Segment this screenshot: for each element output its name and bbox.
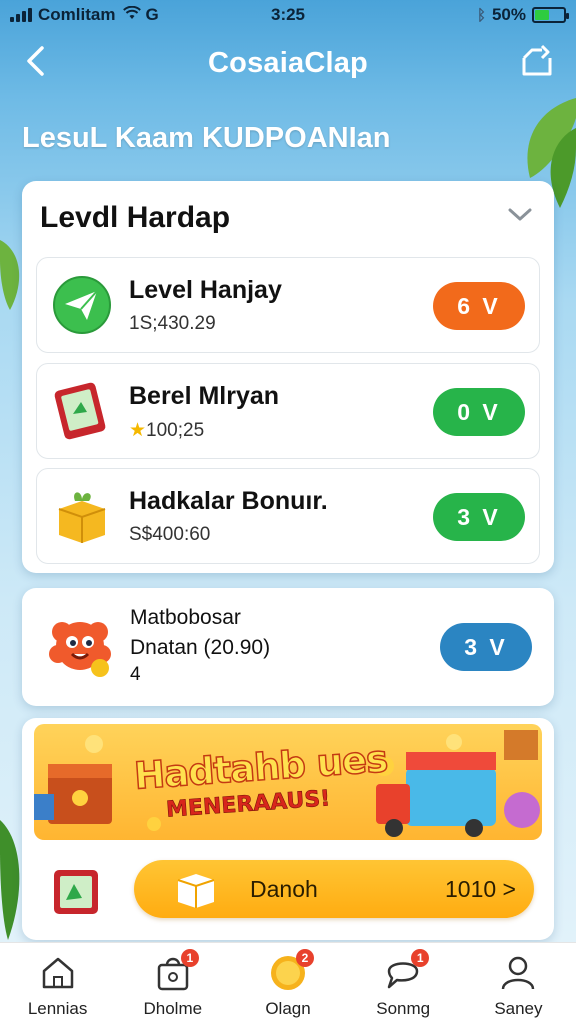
nav-item-coin[interactable]: 2 Olagn [230,943,345,1024]
chevron-left-icon [27,46,44,76]
claim-value: 1010 > [445,876,516,902]
claim-label: Danoh [250,876,318,902]
nav-item-home[interactable]: Lennias [0,943,115,1024]
nav-label: Lennias [27,999,88,1018]
list-item[interactable]: Level Hanjay 1S;430.29 6 V [36,257,540,353]
star-icon: ★ [129,420,147,441]
card-title: Levdl Hardap [40,201,231,234]
list-item[interactable]: Hadkalar Bonuır. S$400:60 3 V [36,468,540,564]
chat-icon: 1 [383,949,430,993]
nav-label: Olagn [265,999,311,1018]
header: CosaiaClap [0,30,576,96]
notification-badge: 1 [411,949,430,967]
level-card: Levdl Hardap Level Hanjay 1S;430.29 6 V … [22,181,554,573]
nav-item-bag[interactable]: 1 Dholme [115,943,230,1024]
mascot-subtitle: Dnatan (20.90) [130,636,271,659]
user-icon [502,956,535,990]
mascot-count: 4 [130,664,141,685]
wifi-icon [123,5,142,24]
home-icon [42,957,73,989]
chevron-down-icon[interactable] [506,205,534,225]
bottom-nav: Lennias 1 Dholme 2 Olagn 1 Sonmg Saney [0,942,576,1024]
nav-label: Sonmg [376,999,431,1018]
item-action-button[interactable]: 6 V [433,282,525,330]
paper-plane-icon [53,276,111,334]
section-heading: LesuL Kaam KUDPOANIan [22,122,391,154]
item-action-button[interactable]: 0 V [433,388,525,436]
bluetooth-icon: ᛒ [476,6,486,24]
item-subtitle: ★100;25 [129,420,205,441]
battery-percent: 50% [491,5,526,24]
item-title: Hadkalar Bonuır. [129,487,328,515]
notification-badge: 2 [296,949,314,967]
nav-item-chat[interactable]: 1 Sonmg [346,943,461,1024]
mascot-action-button[interactable]: 3 V [440,623,532,671]
page-title: CosaiaClap [208,46,368,79]
item-subtitle: S$400:60 [129,524,211,545]
item-action-button[interactable]: 3 V [433,493,525,541]
bag-icon: 1 [153,949,199,993]
network-type: G [145,5,159,24]
item-title: Level Hanjay [129,276,282,304]
coin-icon: 2 [268,949,314,993]
back-button[interactable] [20,44,50,78]
status-time: 3:25 [270,5,306,24]
status-bar: Comlitam G 3:25 ᛒ 50% [0,0,576,30]
nav-item-profile[interactable]: Saney [461,943,576,1024]
signal-icon [10,8,32,22]
share-icon [522,44,552,76]
mascot-title: Matbobosar [130,606,241,629]
claim-button[interactable]: Danoh 1010 > [134,860,534,918]
promo-banner[interactable]: Hadtahb ues MENERAAUS! [34,724,542,840]
notification-badge: 1 [180,949,199,967]
gift-box-icon [58,492,106,543]
list-item[interactable]: Berel Mlryan ★100;25 0 V [36,363,540,459]
tablet-icon [54,870,98,914]
item-title: Berel Mlryan [129,382,280,410]
mascot-card[interactable]: Matbobosar Dnatan (20.90) 4 3 V [22,588,554,706]
box-icon [177,874,215,908]
nav-label: Saney [494,999,543,1018]
item-subtitle: 1S;430.29 [129,313,216,334]
share-button[interactable] [520,44,554,78]
battery-icon [532,7,569,23]
promo-card: Hadtahb ues MENERAAUS! Danoh 1010 > [22,718,554,940]
nav-label: Dholme [143,999,203,1018]
carrier-name: Comlitam [38,5,116,24]
tablet-icon [54,382,106,440]
mascot-icon [49,622,111,677]
